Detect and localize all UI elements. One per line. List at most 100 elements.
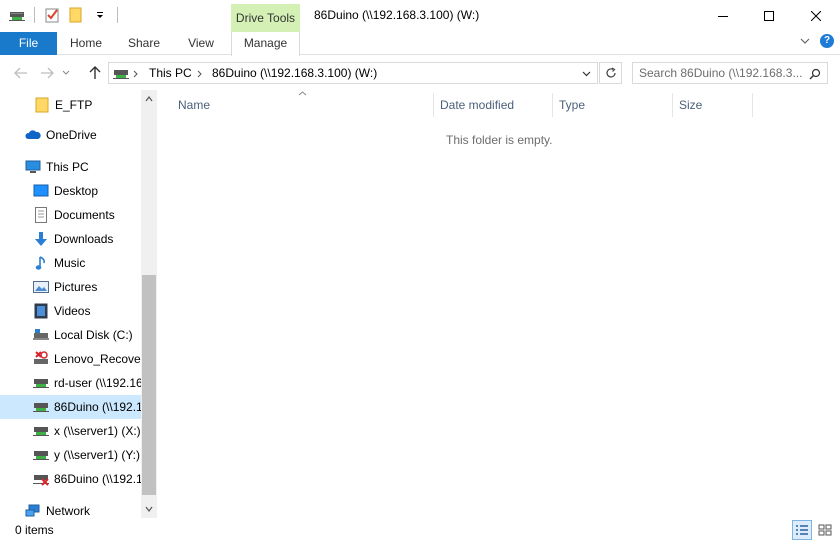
- network-drive-icon: [33, 447, 49, 463]
- help-icon[interactable]: ?: [820, 34, 834, 48]
- nav-item-86duino-disconnected[interactable]: 86Duino (\\192.1: [0, 467, 141, 491]
- large-icons-view-icon: [818, 524, 832, 536]
- scroll-down-icon[interactable]: [145, 506, 153, 512]
- address-dropdown-icon[interactable]: [582, 71, 591, 77]
- tab-view[interactable]: View: [180, 32, 222, 55]
- nav-item-videos[interactable]: Videos: [0, 299, 141, 323]
- toolbar-separator: [117, 7, 118, 23]
- nav-item-music[interactable]: Music: [0, 251, 141, 275]
- drive-tools-context: Drive Tools: [231, 4, 300, 32]
- refresh-button[interactable]: [599, 62, 622, 84]
- nav-item-lenovo-recovery[interactable]: Lenovo_Recovery: [0, 347, 141, 371]
- quick-access-toolbar: [8, 6, 120, 24]
- documents-icon: [33, 207, 49, 223]
- nav-item-label: Pictures: [54, 280, 98, 294]
- nav-item-label: Documents: [54, 208, 115, 222]
- status-bar: 0 items: [0, 518, 840, 542]
- network-icon: [25, 503, 41, 518]
- videos-icon: [33, 303, 49, 319]
- local-disk-icon: [33, 327, 49, 343]
- nav-item-label: Videos: [54, 304, 91, 318]
- nav-item-network[interactable]: Network: [0, 499, 141, 518]
- nav-item-pictures[interactable]: Pictures: [0, 275, 141, 299]
- downloads-icon: [33, 231, 49, 247]
- address-row: This PC 86Duino (\\192.168.3.100) (W:): [0, 56, 840, 90]
- nav-item-label: Music: [54, 256, 86, 270]
- nav-item-label: Lenovo_Recovery: [54, 352, 141, 366]
- maximize-icon: [764, 10, 774, 21]
- nav-item-label: This PC: [46, 160, 89, 174]
- breadcrumb-separator-icon: [133, 70, 138, 78]
- nav-item-local-disk[interactable]: Local Disk (C:): [0, 323, 141, 347]
- tab-file[interactable]: File: [0, 32, 57, 55]
- recent-locations-button[interactable]: [60, 64, 72, 82]
- tab-home[interactable]: Home: [64, 32, 108, 55]
- up-button[interactable]: [86, 64, 104, 82]
- back-arrow-icon: [14, 67, 27, 79]
- title-bar: Drive Tools 86Duino (\\192.168.3.100) (W…: [0, 0, 840, 32]
- navigation-scrollbar[interactable]: [141, 90, 157, 518]
- desktop-icon: [33, 183, 49, 199]
- column-header-date-modified[interactable]: Date modified: [434, 93, 553, 117]
- nav-item-rd-user[interactable]: rd-user (\\192.168: [0, 371, 141, 395]
- folder-icon: [34, 97, 50, 113]
- breadcrumb-separator-icon: [197, 70, 202, 78]
- toolbar-separator: [34, 7, 35, 23]
- pc-icon: [25, 159, 41, 175]
- nav-item-y-drive[interactable]: y (\\server1) (Y:): [0, 443, 141, 467]
- nav-item-x-drive[interactable]: x (\\server1) (X:): [0, 419, 141, 443]
- back-button[interactable]: [12, 64, 30, 82]
- column-header-type[interactable]: Type: [553, 93, 673, 117]
- expand-ribbon-icon[interactable]: [800, 37, 810, 45]
- network-drive-icon: [33, 399, 49, 415]
- window-title: 86Duino (\\192.168.3.100) (W:): [314, 8, 480, 22]
- nav-item-label: Network: [46, 504, 91, 518]
- column-header-name[interactable]: Name: [172, 93, 434, 117]
- maximize-button[interactable]: [746, 0, 792, 31]
- scrollbar-thumb[interactable]: [142, 275, 156, 495]
- minimize-button[interactable]: [700, 0, 746, 31]
- nav-item-this-pc[interactable]: This PC: [0, 155, 141, 179]
- music-icon: [33, 255, 49, 271]
- forward-arrow-icon: [41, 67, 54, 79]
- network-drive-icon: [33, 375, 49, 391]
- scroll-up-icon[interactable]: [145, 96, 153, 102]
- tab-manage[interactable]: Manage: [231, 32, 300, 56]
- navigation-pane[interactable]: E_FTP OneDrive This PC Desktop Documents…: [0, 90, 157, 518]
- breadcrumb-this-pc[interactable]: This PC: [149, 66, 192, 80]
- drive-tools-label: Drive Tools: [235, 11, 296, 25]
- details-view-button[interactable]: [792, 520, 812, 540]
- refresh-icon: [605, 67, 616, 78]
- nav-item-label: Local Disk (C:): [54, 328, 133, 342]
- nav-item-label: Desktop: [54, 184, 99, 198]
- nav-item-label: x (\\server1) (X:): [54, 424, 141, 438]
- new-folder-icon[interactable]: [67, 6, 85, 24]
- nav-item-e-ftp[interactable]: E_FTP: [0, 93, 141, 117]
- nav-item-label: Downloads: [54, 232, 114, 246]
- properties-icon[interactable]: [43, 6, 61, 24]
- customize-toolbar-icon[interactable]: [91, 6, 109, 24]
- tab-share[interactable]: Share: [122, 32, 166, 55]
- breadcrumb-current-drive[interactable]: 86Duino (\\192.168.3.100) (W:): [212, 66, 377, 80]
- column-header-size[interactable]: Size: [673, 93, 753, 117]
- close-button[interactable]: [793, 0, 839, 31]
- up-arrow-icon: [89, 66, 101, 79]
- file-list-pane[interactable]: Name Date modified Type Size This folder…: [157, 90, 840, 518]
- nav-item-86duino-current[interactable]: 86Duino (\\192.1: [0, 395, 141, 419]
- forward-button[interactable]: [38, 64, 56, 82]
- nav-item-downloads[interactable]: Downloads: [0, 227, 141, 251]
- network-drive-icon: [33, 423, 49, 439]
- nav-item-onedrive[interactable]: OneDrive: [0, 123, 141, 147]
- nav-item-documents[interactable]: Documents: [0, 203, 141, 227]
- large-icons-view-button[interactable]: [815, 520, 835, 540]
- chevron-down-icon: [62, 70, 70, 75]
- address-bar[interactable]: This PC 86Duino (\\192.168.3.100) (W:): [108, 62, 598, 84]
- drive-icon: [8, 6, 26, 24]
- nav-item-label: rd-user (\\192.168: [54, 376, 141, 390]
- search-box[interactable]: [632, 62, 828, 84]
- minimize-icon: [718, 15, 728, 17]
- nav-item-desktop[interactable]: Desktop: [0, 179, 141, 203]
- nav-item-label: 86Duino (\\192.1: [54, 400, 141, 414]
- search-input[interactable]: [639, 66, 803, 80]
- recovery-drive-icon: [33, 351, 49, 367]
